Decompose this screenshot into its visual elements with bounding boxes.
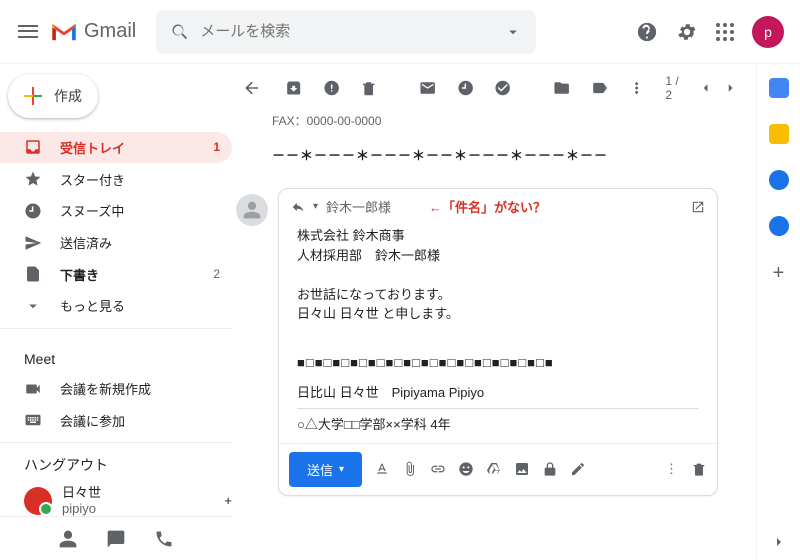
plus-icon [24,87,42,105]
archive-icon[interactable] [285,79,302,97]
pen-icon[interactable] [570,461,586,477]
compose-body[interactable]: 株式会社 鈴木商事 人材採用部 鈴木一郎様 お世話になっております。 日々山 日… [279,224,717,443]
keep-app-icon[interactable] [769,124,789,144]
chevron-down-icon [24,297,42,315]
inbox-icon [24,138,42,156]
meet-section-label: Meet [0,335,232,373]
message-decor-line: －－＊－－－＊－－－＊－－＊－－－＊－－－＊－－ [232,129,748,188]
search-box[interactable] [156,10,536,54]
account-avatar[interactable]: p [752,16,784,48]
snooze-icon[interactable] [457,79,474,97]
meet-new[interactable]: 会議を新規作成 [0,373,232,405]
tasks-app-icon[interactable] [769,170,789,190]
apps-icon[interactable] [716,23,734,41]
send-more-caret-icon[interactable]: ▾ [339,464,344,475]
compose-footer: 送信 ▾ ⋮ [279,443,717,495]
move-to-icon[interactable] [553,79,570,97]
nav-more[interactable]: もっと見る [0,290,232,322]
format-icon[interactable] [374,461,390,477]
compose-card: ▾ 鈴木一郎様 ←「件名」がない？ 株式会社 鈴木商事 人材採用部 鈴木一郎様 … [278,188,718,496]
spam-icon[interactable] [323,79,340,97]
send-button[interactable]: 送信 ▾ [289,452,362,487]
more-icon[interactable] [628,79,645,97]
prev-icon[interactable] [698,80,713,96]
meet-join[interactable]: 会議に参加 [0,405,232,437]
compose-label: 作成 [54,86,82,106]
recipient-caret-icon[interactable]: ▾ [313,201,318,212]
label-icon[interactable] [591,79,608,97]
chat-bubble-icon[interactable] [106,529,126,549]
search-icon [170,22,190,42]
add-task-icon[interactable] [494,79,511,97]
nav-inbox[interactable]: 受信トレイ 1 [0,132,232,164]
keyboard-icon [24,411,42,429]
side-panel: + [756,64,800,560]
gmail-logo[interactable]: Gmail [50,20,136,43]
annotation-text: ←「件名」がない？ [429,197,546,216]
star-icon [24,170,42,188]
popout-icon[interactable] [691,200,705,214]
menu-icon[interactable] [16,20,40,44]
image-icon[interactable] [514,461,530,477]
recipient-name[interactable]: 鈴木一郎様 [326,197,391,216]
back-arrow-icon[interactable] [242,78,261,98]
message-toolbar: 1 / 2 [232,64,748,112]
phone-icon[interactable] [154,529,174,549]
hangouts-tabs [0,516,232,560]
compose-button[interactable]: 作成 [8,74,98,118]
nav-snoozed[interactable]: スヌーズ中 [0,195,232,227]
sent-icon [24,234,42,252]
message-fax-line: FAX：0000-00-0000 [232,112,748,129]
reply-icon[interactable] [291,200,305,214]
nav-starred[interactable]: スター付き [0,163,232,195]
next-icon[interactable] [723,80,738,96]
hangouts-section-label: ハングアウト [24,449,108,481]
settings-icon[interactable] [676,21,698,43]
person-icon[interactable] [58,529,78,549]
attach-icon[interactable] [402,461,418,477]
discard-icon[interactable] [691,461,707,477]
collapse-panel-icon[interactable] [771,534,787,550]
nav-sent[interactable]: 送信済み [0,227,232,259]
calendar-app-icon[interactable] [769,78,789,98]
message-counter: 1 / 2 [665,74,687,102]
hangouts-add-icon[interactable]: + [224,493,232,508]
confidential-icon[interactable] [542,461,558,477]
sender-avatar [236,194,268,226]
delete-icon[interactable] [360,79,377,97]
clock-icon [24,202,42,220]
link-icon[interactable] [430,461,446,477]
contacts-app-icon[interactable] [769,216,789,236]
nav-drafts[interactable]: 下書き 2 [0,258,232,290]
compose-more-icon[interactable]: ⋮ [665,461,679,477]
help-icon[interactable] [636,21,658,43]
user-avatar-icon [24,487,52,515]
app-name: Gmail [84,20,136,43]
mark-unread-icon[interactable] [419,79,436,97]
person-icon [242,200,262,220]
drive-icon[interactable] [486,461,502,477]
search-options-icon[interactable] [504,23,522,41]
sidebar: 作成 受信トレイ 1 スター付き スヌーズ中 送信済み 下書き 2 もっと見る [0,64,232,560]
drafts-icon [24,265,42,283]
emoji-icon[interactable] [458,461,474,477]
add-app-icon[interactable]: + [773,262,785,285]
search-input[interactable] [200,23,504,40]
hangouts-user[interactable]: 日々世 pipiyo + [0,481,232,516]
video-icon [24,380,42,398]
